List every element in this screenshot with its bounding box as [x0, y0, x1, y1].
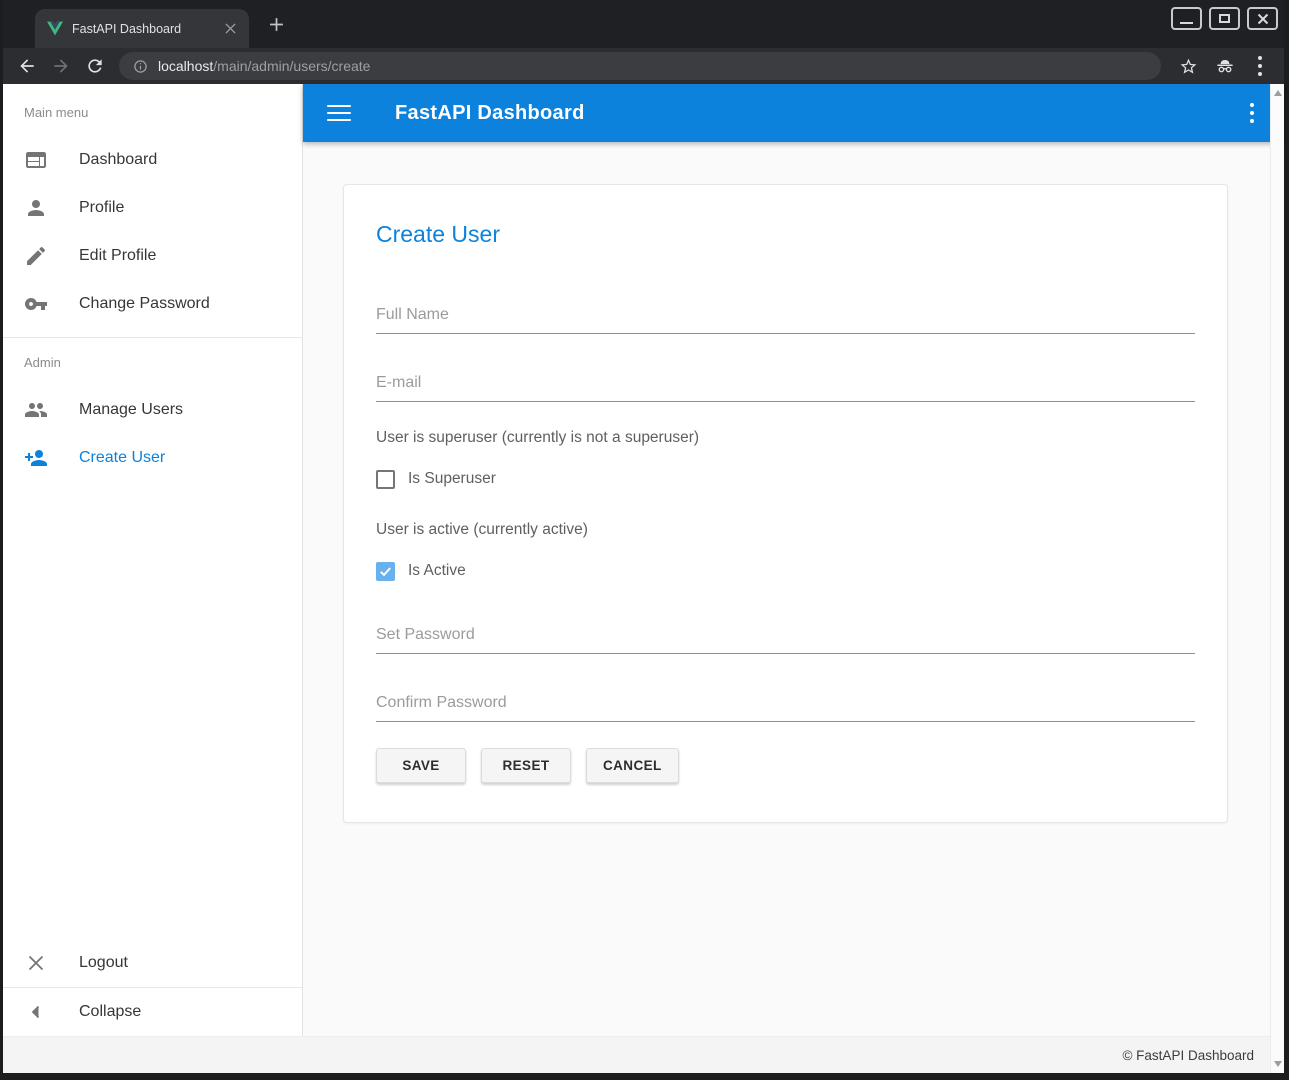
sidebar-item-edit-profile[interactable]: Edit Profile [3, 232, 302, 280]
superuser-note: User is superuser (currently is not a su… [376, 428, 1195, 447]
browser-titlebar: FastAPI Dashboard [3, 0, 1284, 48]
toolbar-right [1175, 52, 1273, 81]
scroll-up-arrow-icon[interactable] [1274, 90, 1282, 96]
cancel-button[interactable]: CANCEL [586, 748, 679, 783]
pencil-icon [24, 244, 48, 268]
key-icon [24, 292, 48, 316]
browser-toolbar: localhost/main/admin/users/create [3, 48, 1284, 84]
sidebar-item-label: Change Password [79, 295, 210, 313]
new-tab-button[interactable] [265, 13, 287, 35]
sidebar-item-label: Collapse [79, 1003, 141, 1021]
incognito-icon [1214, 55, 1236, 77]
form-buttons: SAVE RESET CANCEL [376, 748, 1195, 783]
browser-menu-icon[interactable] [1252, 52, 1269, 81]
main-area: FastAPI Dashboard Create User User is su… [303, 84, 1284, 1036]
sidebar: Main menu Dashboard Profile Edit Profile… [3, 84, 303, 1036]
site-info-icon[interactable] [133, 59, 148, 74]
sidebar-item-label: Logout [79, 954, 128, 972]
sidebar-item-label: Profile [79, 199, 124, 217]
sidebar-section-admin: Admin [3, 338, 302, 370]
is-superuser-label: Is Superuser [408, 470, 496, 488]
sidebar-item-profile[interactable]: Profile [3, 184, 302, 232]
is-superuser-checkbox-row[interactable]: Is Superuser [376, 465, 1195, 493]
page-footer: © FastAPI Dashboard [3, 1036, 1284, 1073]
app-bar-title: FastAPI Dashboard [395, 102, 585, 125]
full-name-field[interactable] [376, 292, 1195, 334]
url-text: localhost/main/admin/users/create [158, 58, 370, 74]
app-bar-menu-icon[interactable] [1244, 99, 1261, 128]
window-minimize-button[interactable] [1171, 7, 1202, 30]
sidebar-item-dashboard[interactable]: Dashboard [3, 136, 302, 184]
person-add-icon [24, 446, 48, 470]
window-maximize-button[interactable] [1209, 7, 1240, 30]
content-area: Create User User is superuser (currently… [303, 142, 1284, 1036]
reset-button[interactable]: RESET [481, 748, 571, 783]
set-password-field[interactable] [376, 612, 1195, 654]
sidebar-item-label: Edit Profile [79, 247, 156, 265]
window-close-button[interactable] [1247, 7, 1278, 30]
bookmark-star-icon[interactable] [1179, 57, 1198, 76]
sidebar-item-label: Manage Users [79, 401, 183, 419]
dashboard-icon [24, 148, 48, 172]
sidebar-item-collapse[interactable]: Collapse [3, 988, 302, 1036]
tab-close-icon[interactable] [221, 20, 239, 38]
is-superuser-checkbox[interactable] [376, 470, 395, 489]
email-field[interactable] [376, 360, 1195, 402]
is-active-checkbox-row[interactable]: Is Active [376, 557, 1195, 585]
sidebar-section-main-menu: Main menu [3, 84, 302, 120]
is-active-label: Is Active [408, 562, 466, 580]
sidebar-item-logout[interactable]: Logout [3, 939, 302, 987]
create-user-card: Create User User is superuser (currently… [343, 184, 1228, 823]
browser-window: FastAPI Dashboard localhost/main/admin/u… [0, 0, 1289, 1080]
url-bar[interactable]: localhost/main/admin/users/create [119, 52, 1161, 80]
hamburger-menu-icon[interactable] [327, 105, 351, 122]
url-host: localhost [158, 58, 213, 74]
person-icon [24, 196, 48, 220]
browser-tab[interactable]: FastAPI Dashboard [35, 9, 249, 48]
back-icon[interactable] [17, 56, 37, 76]
close-icon [24, 951, 48, 975]
page-scrollbar[interactable] [1270, 84, 1284, 1073]
sidebar-item-label: Create User [79, 449, 165, 467]
active-note: User is active (currently active) [376, 520, 1195, 539]
web-page: Main menu Dashboard Profile Edit Profile… [3, 84, 1284, 1073]
is-active-checkbox[interactable] [376, 562, 395, 581]
scroll-down-arrow-icon[interactable] [1274, 1061, 1282, 1067]
sidebar-item-create-user[interactable]: Create User [3, 434, 302, 482]
sidebar-item-label: Dashboard [79, 151, 157, 169]
tab-title: FastAPI Dashboard [72, 22, 212, 36]
vue-favicon-icon [47, 21, 63, 36]
window-controls [1171, 7, 1278, 30]
copyright-text: © FastAPI Dashboard [1122, 1048, 1254, 1063]
forward-icon[interactable] [51, 56, 71, 76]
save-button[interactable]: SAVE [376, 748, 466, 783]
chevron-left-icon [24, 1000, 48, 1024]
group-icon [24, 398, 48, 422]
sidebar-item-change-password[interactable]: Change Password [3, 280, 302, 328]
page-title: Create User [376, 221, 1195, 248]
url-path: /main/admin/users/create [213, 58, 370, 74]
check-icon [378, 564, 393, 579]
sidebar-item-manage-users[interactable]: Manage Users [3, 386, 302, 434]
confirm-password-field[interactable] [376, 680, 1195, 722]
reload-icon[interactable] [85, 56, 105, 76]
app-bar: FastAPI Dashboard [303, 84, 1284, 142]
